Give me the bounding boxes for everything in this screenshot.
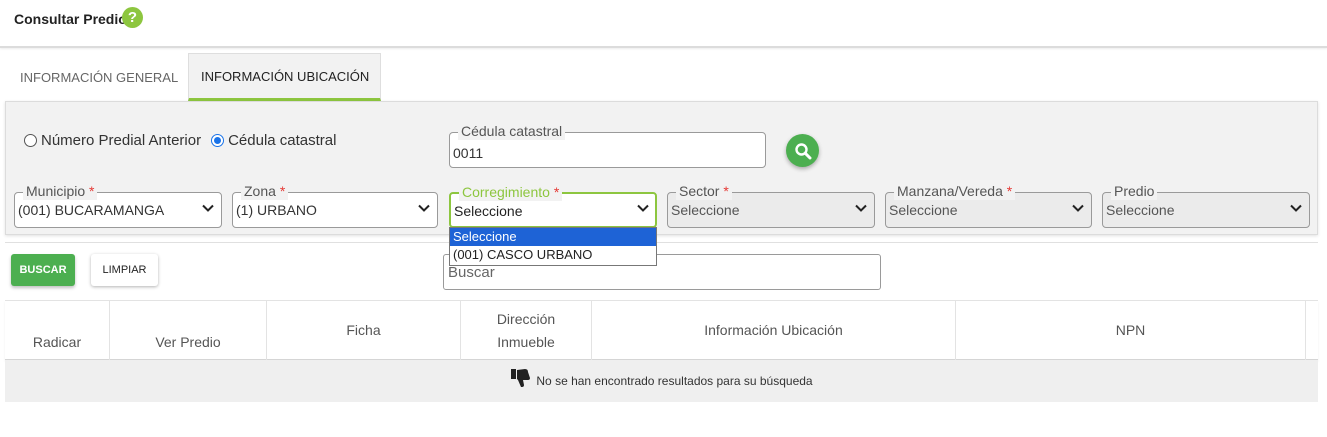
cedula-field-value[interactable]: 0011 bbox=[453, 145, 483, 161]
manzana-vereda-value: Seleccione bbox=[889, 202, 958, 218]
corregimiento-value: Seleccione bbox=[454, 203, 523, 219]
cedula-field-label: Cédula catastral bbox=[458, 122, 566, 140]
empty-results-message: No se han encontrado resultados para su … bbox=[536, 374, 813, 388]
radio-label-numero-predial[interactable]: Número Predial Anterior bbox=[41, 132, 201, 149]
chevron-down-icon bbox=[1072, 204, 1084, 212]
section-divider bbox=[5, 242, 1318, 243]
empty-results-row: No se han encontrado resultados para su … bbox=[5, 360, 1318, 402]
question-circle-icon[interactable]: ? bbox=[122, 7, 143, 28]
limpiar-button[interactable]: LIMPIAR bbox=[91, 254, 158, 286]
sector-value: Seleccione bbox=[671, 202, 740, 218]
manzana-vereda-select[interactable]: Manzana/Vereda * Seleccione bbox=[885, 182, 1092, 228]
search-button[interactable] bbox=[786, 134, 819, 167]
column-header-direccion-inmueble[interactable]: Dirección Inmueble bbox=[461, 301, 592, 360]
column-header-informacion-ubicacion[interactable]: Información Ubicación bbox=[592, 301, 956, 360]
municipio-label: Municipio * bbox=[23, 182, 98, 200]
radio-numero-predial-anterior[interactable] bbox=[24, 134, 37, 147]
corregimiento-dropdown-list: Seleccione (001) CASCO URBANO bbox=[449, 227, 657, 266]
radio-cedula-catastral[interactable] bbox=[211, 134, 225, 147]
zona-select[interactable]: Zona * (1) URBANO bbox=[232, 182, 438, 228]
column-header-ficha[interactable]: Ficha bbox=[267, 301, 461, 360]
page-header: Consultar Predio ? bbox=[0, 0, 1327, 48]
manzana-vereda-label: Manzana/Vereda * bbox=[894, 182, 1016, 200]
chevron-down-icon bbox=[855, 204, 867, 212]
column-header-npn[interactable]: NPN bbox=[956, 301, 1306, 360]
municipio-value: (001) BUCARAMANGA bbox=[18, 202, 165, 218]
buscar-button[interactable]: BUSCAR bbox=[11, 254, 75, 286]
corregimiento-select[interactable]: Corregimiento * Seleccione bbox=[449, 183, 657, 228]
dropdown-option-seleccione[interactable]: Seleccione bbox=[450, 228, 656, 246]
dropdown-option-casco-urbano[interactable]: (001) CASCO URBANO bbox=[450, 246, 656, 264]
chevron-down-icon bbox=[637, 204, 649, 212]
cedula-catastral-field[interactable]: Cédula catastral 0011 bbox=[449, 122, 766, 168]
page-title: Consultar Predio bbox=[14, 11, 127, 27]
radio-label-cedula[interactable]: Cédula catastral bbox=[228, 132, 336, 149]
sector-label: Sector * bbox=[676, 182, 732, 200]
column-header-ver-predio[interactable]: Ver Predio bbox=[110, 301, 267, 360]
chevron-down-icon bbox=[202, 204, 214, 212]
column-header-radicar[interactable]: Radicar bbox=[5, 301, 110, 360]
thumbs-down-icon bbox=[511, 369, 531, 387]
tab-informacion-ubicacion[interactable]: INFORMACIÓN UBICACIÓN bbox=[188, 53, 381, 101]
search-mode-radio-group: Número Predial Anterior Cédula catastral bbox=[24, 132, 346, 149]
chevron-down-icon bbox=[418, 204, 430, 212]
predio-value: Seleccione bbox=[1106, 202, 1175, 218]
sector-select[interactable]: Sector * Seleccione bbox=[667, 182, 875, 228]
zona-value: (1) URBANO bbox=[236, 202, 317, 218]
chevron-down-icon bbox=[1290, 204, 1302, 212]
zona-label: Zona * bbox=[241, 182, 289, 200]
search-icon bbox=[794, 142, 811, 159]
help-glyph: ? bbox=[127, 9, 138, 26]
table-header: Radicar Ver Predio Ficha Dirección Inmue… bbox=[5, 300, 1318, 360]
municipio-select[interactable]: Municipio * (001) BUCARAMANGA bbox=[14, 182, 222, 228]
predio-select[interactable]: Predio Seleccione bbox=[1102, 182, 1310, 228]
corregimiento-label: Corregimiento * bbox=[459, 183, 563, 201]
predio-label: Predio bbox=[1111, 182, 1158, 200]
results-table: Radicar Ver Predio Ficha Dirección Inmue… bbox=[5, 300, 1318, 402]
tab-informacion-general[interactable]: INFORMACIÓN GENERAL bbox=[8, 53, 187, 101]
